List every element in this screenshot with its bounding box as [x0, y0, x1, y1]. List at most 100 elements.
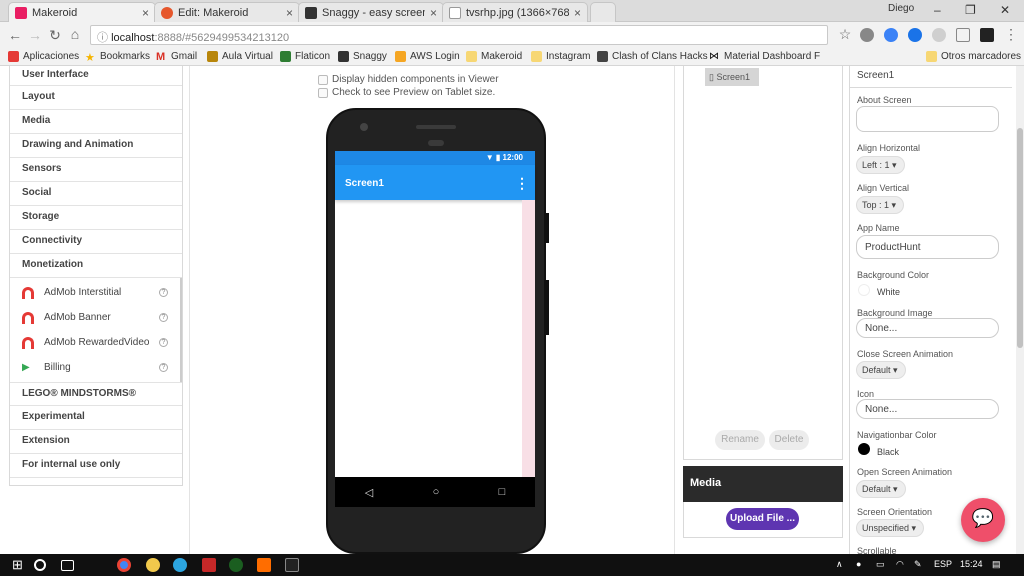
bookmark-clash[interactable]: Clash of Clans Hacks: [597, 51, 708, 62]
background-image-picker[interactable]: None...: [856, 318, 999, 338]
background-color-value[interactable]: White: [877, 287, 900, 297]
bookmark-material[interactable]: ⋈ Material Dashboard F: [709, 51, 820, 62]
about-screen-textarea[interactable]: [856, 106, 999, 132]
palette-item-admob-interstitial[interactable]: AdMob Interstitial ?: [10, 280, 180, 305]
new-tab-button[interactable]: [590, 2, 616, 22]
app-green-icon[interactable]: [229, 558, 243, 572]
bookmark-apps[interactable]: Aplicaciones: [8, 51, 79, 62]
category-layout[interactable]: Layout: [10, 86, 182, 110]
category-internal[interactable]: For internal use only: [10, 454, 182, 478]
nav-recents-icon[interactable]: □: [499, 486, 506, 498]
align-vertical-dropdown[interactable]: Top : 1 ▾: [856, 196, 905, 214]
back-icon[interactable]: ←: [6, 27, 24, 43]
restore-icon[interactable]: ❐: [965, 3, 976, 17]
tray-chevron-icon[interactable]: ∧: [836, 559, 843, 570]
sync-extension-icon[interactable]: [908, 28, 922, 42]
page-info-icon[interactable]: ⓘ: [97, 32, 111, 44]
scrollbar-thumb[interactable]: [1017, 128, 1023, 348]
reload-icon[interactable]: ↻: [46, 27, 64, 44]
screen-orientation-dropdown[interactable]: Unspecified ▾: [856, 519, 925, 537]
chrome-icon[interactable]: [117, 558, 131, 572]
icon-picker[interactable]: None...: [856, 399, 999, 419]
app-red-icon[interactable]: [202, 558, 216, 572]
help-icon[interactable]: ?: [159, 338, 168, 347]
navbar-color-value[interactable]: Black: [877, 447, 899, 457]
bookmark-aula-virtual[interactable]: Aula Virtual: [207, 51, 273, 62]
clock[interactable]: 15:24: [960, 559, 983, 569]
palette-item-admob-rewarded[interactable]: AdMob RewardedVideo ?: [10, 330, 180, 355]
tab-edit-makeroid[interactable]: Edit: Makeroid ×: [154, 2, 300, 22]
windows-start-icon[interactable]: ⊞: [12, 557, 26, 572]
bookmark-snaggy[interactable]: Snaggy: [338, 51, 387, 62]
language-indicator[interactable]: ESP: [934, 559, 952, 569]
task-view-icon[interactable]: [61, 560, 74, 571]
nav-back-icon[interactable]: ◁: [365, 486, 373, 499]
bookmark-bookmarks[interactable]: ★ Bookmarks: [85, 51, 150, 64]
bookmark-flaticon[interactable]: Flaticon: [280, 51, 330, 62]
extension-icon[interactable]: [884, 28, 898, 42]
category-sensors[interactable]: Sensors: [10, 158, 182, 182]
category-drawing[interactable]: Drawing and Animation: [10, 134, 182, 158]
category-experimental[interactable]: Experimental: [10, 406, 182, 430]
extension-gray-icon[interactable]: [932, 28, 946, 42]
bookmark-aws[interactable]: AWS Login: [395, 51, 460, 62]
app-title-bar[interactable]: Screen1 ⋮: [335, 165, 535, 200]
xampp-icon[interactable]: [257, 558, 271, 572]
open-animation-dropdown[interactable]: Default ▾: [856, 480, 906, 498]
cmd-icon[interactable]: [285, 558, 299, 572]
pen-tray-icon[interactable]: ✎: [914, 559, 922, 570]
hidden-components-checkbox[interactable]: Display hidden components in Viewer: [318, 74, 499, 85]
tab-makeroid[interactable]: Makeroid ×: [8, 2, 156, 22]
bookmark-makeroid[interactable]: Makeroid: [466, 51, 522, 62]
rename-button[interactable]: Rename: [715, 430, 765, 450]
url-input[interactable]: ⓘ localhost:8888/#5629499534213120: [90, 25, 828, 45]
category-user-interface[interactable]: User Interface: [10, 66, 182, 86]
overflow-menu-icon[interactable]: ⋮: [515, 175, 529, 192]
bookmark-instagram[interactable]: Instagram: [531, 51, 590, 62]
home-icon[interactable]: ⌂: [66, 26, 84, 42]
close-animation-dropdown[interactable]: Default ▾: [856, 361, 906, 379]
close-window-icon[interactable]: ✕: [1000, 3, 1010, 17]
menu-dots-icon[interactable]: ⋮: [1002, 26, 1020, 43]
telegram-icon[interactable]: [173, 558, 187, 572]
tree-node-screen1[interactable]: ▯ Screen1: [705, 68, 759, 86]
bookmark-gmail[interactable]: M Gmail: [156, 51, 197, 63]
search-icon[interactable]: [34, 559, 46, 571]
category-extension[interactable]: Extension: [10, 430, 182, 454]
tab-image[interactable]: tvsrhp.jpg (1366×768) ×: [442, 2, 588, 22]
color-swatch-white[interactable]: [858, 284, 870, 296]
app-yellow-icon[interactable]: [146, 558, 160, 572]
minimize-icon[interactable]: –: [934, 3, 941, 17]
category-lego[interactable]: LEGO® MINDSTORMS®: [10, 382, 182, 406]
terminal-extension-icon[interactable]: [980, 28, 994, 42]
forward-icon[interactable]: →: [26, 27, 44, 43]
bookmark-star-icon[interactable]: ☆: [836, 26, 854, 43]
checkbox-box[interactable]: [318, 74, 328, 85]
wifi-tray-icon[interactable]: ◠: [896, 559, 904, 570]
nav-home-icon[interactable]: ○: [433, 486, 440, 498]
align-horizontal-dropdown[interactable]: Left : 1 ▾: [856, 156, 905, 174]
adblock-extension-icon[interactable]: [860, 28, 874, 42]
tray-app-icon[interactable]: ●: [856, 559, 861, 569]
tablet-preview-checkbox[interactable]: Check to see Preview on Tablet size.: [318, 87, 495, 98]
chat-bubble-button[interactable]: 💬: [961, 498, 1005, 542]
category-monetization[interactable]: Monetization: [10, 254, 182, 278]
delete-button[interactable]: Delete: [769, 430, 809, 450]
close-tab-icon[interactable]: ×: [142, 6, 149, 20]
bookmark-other[interactable]: Otros marcadores: [926, 51, 1021, 62]
category-media[interactable]: Media: [10, 110, 182, 134]
close-tab-icon[interactable]: ×: [286, 6, 293, 20]
help-icon[interactable]: ?: [159, 313, 168, 322]
close-tab-icon[interactable]: ×: [430, 6, 437, 20]
checkbox-box[interactable]: [318, 87, 328, 98]
category-connectivity[interactable]: Connectivity: [10, 230, 182, 254]
palette-item-billing[interactable]: ▶ Billing ?: [10, 355, 180, 380]
battery-tray-icon[interactable]: ▭: [876, 559, 885, 570]
notifications-icon[interactable]: ▤: [992, 559, 1001, 570]
category-storage[interactable]: Storage: [10, 206, 182, 230]
category-social[interactable]: Social: [10, 182, 182, 206]
color-swatch-black[interactable]: [858, 443, 870, 455]
palette-item-admob-banner[interactable]: AdMob Banner ?: [10, 305, 180, 330]
app-name-input[interactable]: ProductHunt: [856, 235, 999, 259]
help-icon[interactable]: ?: [159, 363, 168, 372]
